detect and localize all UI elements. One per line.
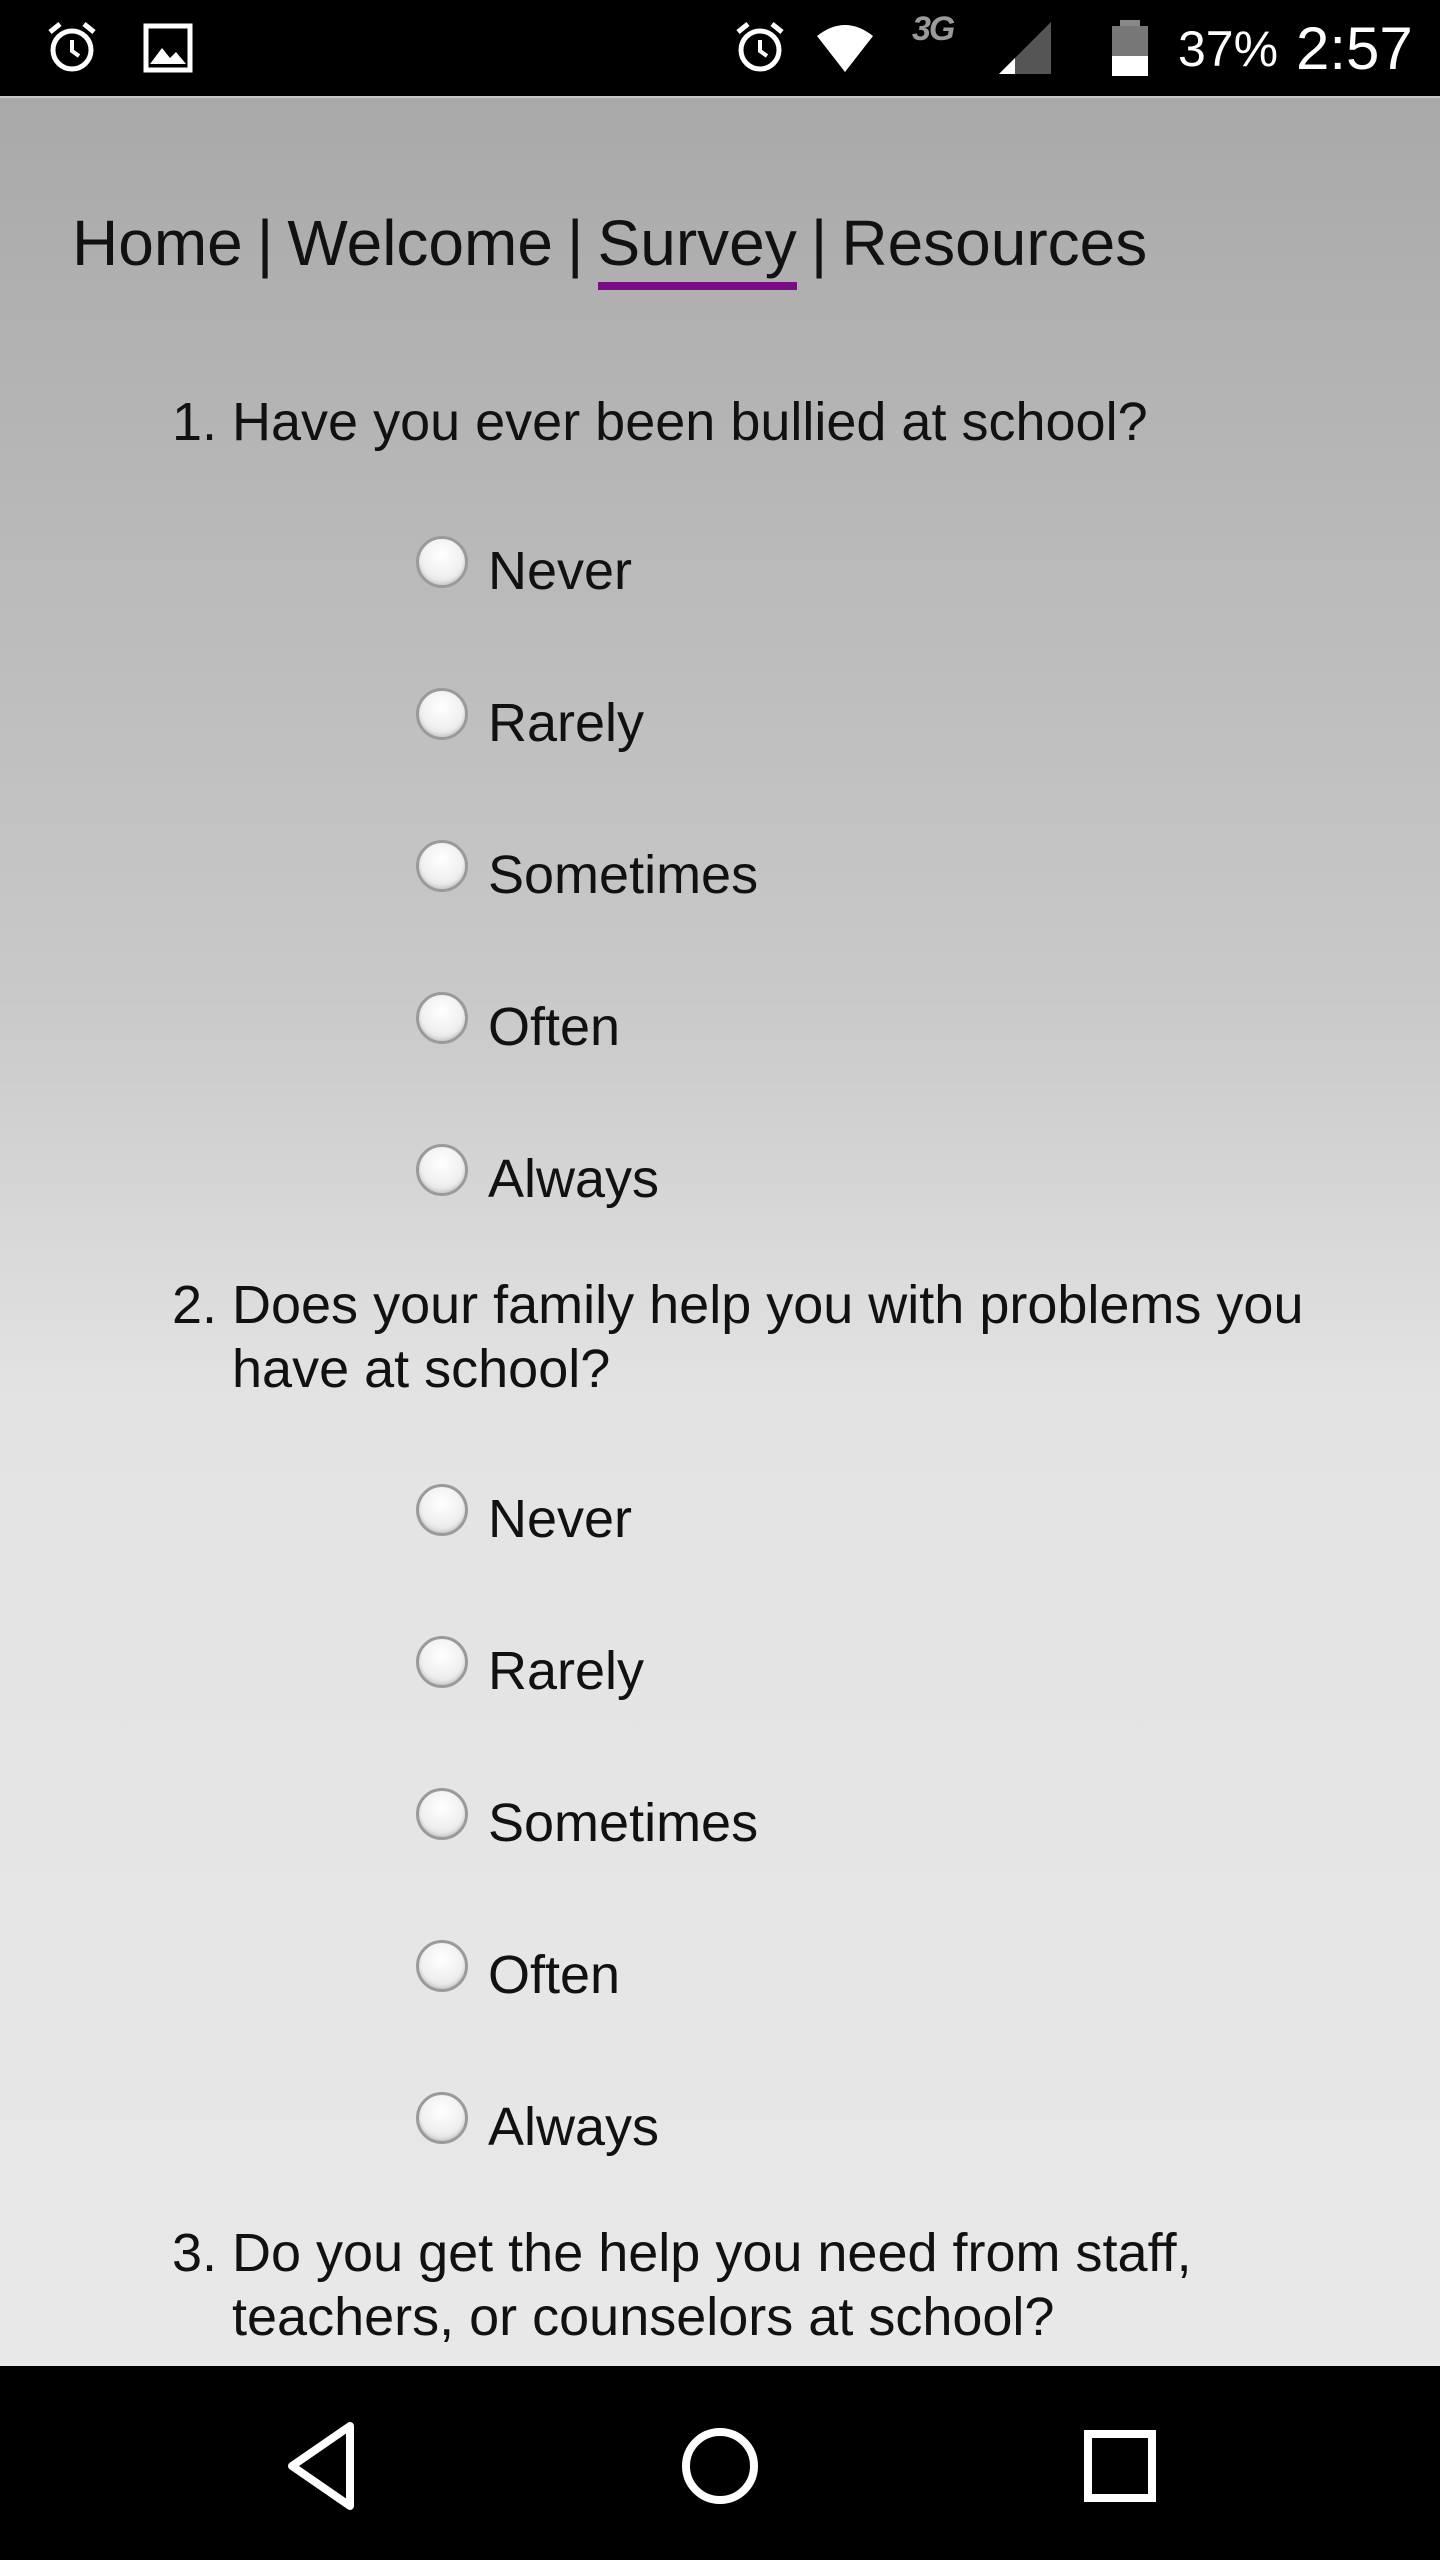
radio-button[interactable] (416, 992, 468, 1044)
q1-option-rarely[interactable]: Rarely (416, 688, 1016, 768)
option-label: Rarely (488, 693, 645, 753)
battery-percent: 37% (1178, 21, 1279, 77)
nav-resources-link[interactable]: Resources (841, 206, 1147, 280)
option-label: Sometimes (488, 1793, 759, 1853)
option-label: Always (488, 1149, 660, 1209)
radio-button[interactable] (416, 1788, 468, 1840)
question-number: 2. (172, 1275, 218, 1335)
gallery-icon (143, 23, 193, 73)
q2-option-always[interactable]: Always (416, 2092, 1016, 2172)
q1-option-never[interactable]: Never (416, 536, 1016, 616)
radio-button[interactable] (416, 1144, 468, 1196)
question-number: 3. (172, 2223, 218, 2283)
top-nav: Home | Welcome | Survey | Resources (72, 206, 1147, 290)
nav-separator: | (256, 207, 274, 279)
status-bar: 3G 37% 2:57 (0, 0, 1440, 96)
back-icon[interactable] (262, 2406, 382, 2526)
radio-button[interactable] (416, 688, 468, 740)
option-label: Rarely (488, 1641, 645, 1701)
signal-icon (999, 22, 1051, 74)
radio-button[interactable] (416, 1484, 468, 1536)
q2-option-never[interactable]: Never (416, 1484, 1016, 1564)
option-label: Often (488, 1945, 621, 2005)
q1-option-always[interactable]: Always (416, 1144, 1016, 1224)
wifi-icon (817, 25, 873, 72)
radio-button[interactable] (416, 1940, 468, 1992)
system-nav-bar (0, 2366, 1440, 2560)
option-label: Sometimes (488, 845, 759, 905)
q1-option-sometimes[interactable]: Sometimes (416, 840, 1016, 920)
alarm-icon (736, 22, 784, 72)
nav-separator: | (810, 207, 828, 279)
radio-button[interactable] (416, 536, 468, 588)
question-text: Does your family help you with problems … (232, 1275, 1304, 1399)
nav-welcome-link[interactable]: Welcome (287, 206, 553, 280)
clock: 2:57 (1296, 15, 1413, 82)
home-icon[interactable] (660, 2406, 780, 2526)
radio-button[interactable] (416, 840, 468, 892)
alarm-icon (48, 22, 96, 72)
radio-button[interactable] (416, 1636, 468, 1688)
battery-icon (1112, 20, 1148, 76)
q1-option-often[interactable]: Often (416, 992, 1016, 1072)
option-label: Never (488, 1489, 633, 1549)
nav-home-link[interactable]: Home (72, 206, 243, 280)
radio-button[interactable] (416, 2092, 468, 2144)
q2-option-rarely[interactable]: Rarely (416, 1636, 1016, 1716)
q2-option-sometimes[interactable]: Sometimes (416, 1788, 1016, 1868)
nav-survey-link[interactable]: Survey (597, 206, 797, 290)
question-number: 1. (172, 392, 218, 452)
option-label: Never (488, 541, 633, 601)
question-text: Have you ever been bullied at school? (232, 392, 1148, 452)
nav-separator: | (566, 207, 584, 279)
question-text: Do you get the help you need from staff,… (232, 2223, 1192, 2347)
network-type-label: 3G (912, 10, 955, 48)
survey-page: Home | Welcome | Survey | Resources 1. Have yo… (0, 96, 1440, 2368)
option-label: Always (488, 2097, 660, 2157)
q2-option-often[interactable]: Often (416, 1940, 1016, 2020)
option-label: Often (488, 997, 621, 1057)
recents-icon[interactable] (1060, 2406, 1180, 2526)
